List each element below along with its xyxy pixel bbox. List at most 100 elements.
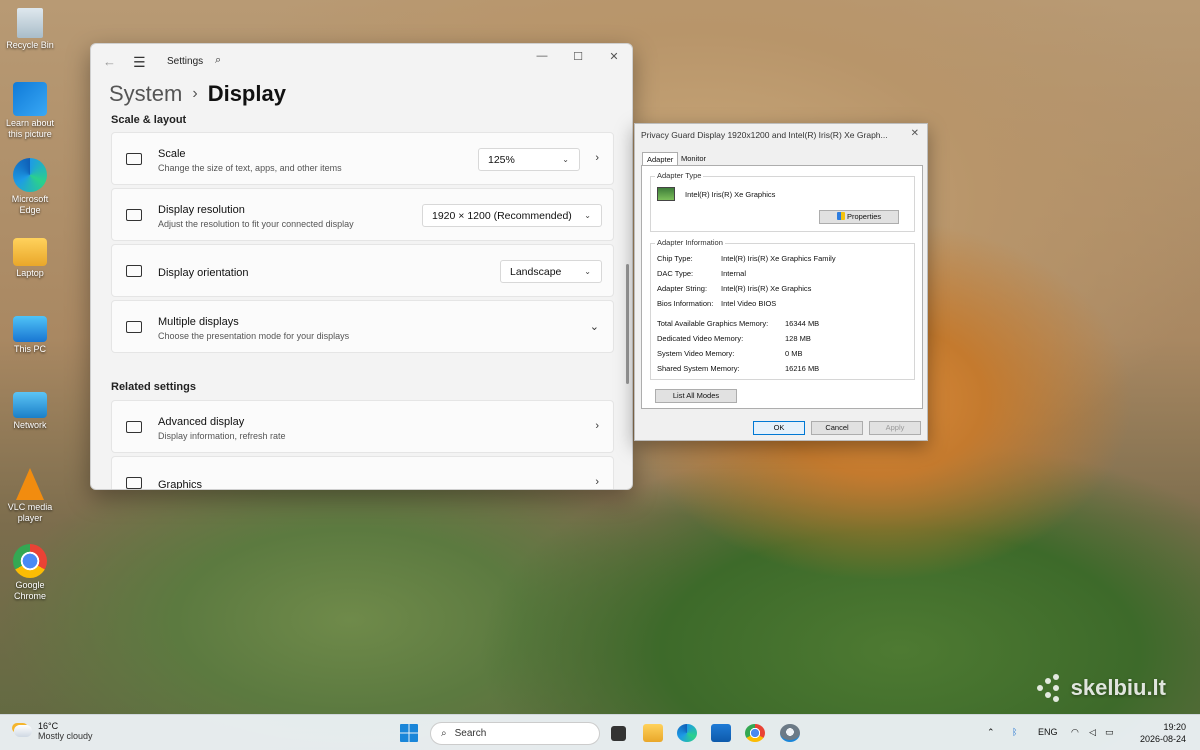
chevron-right-icon[interactable]: › [595, 420, 599, 432]
graphics-icon [126, 477, 142, 489]
desktop-icon-network[interactable]: Network [2, 392, 58, 431]
close-button[interactable]: ✕ [600, 50, 628, 63]
chevron-right-icon[interactable]: › [595, 152, 599, 164]
scale-title: Scale [158, 148, 186, 160]
resolution-title: Display resolution [158, 204, 245, 216]
adapter-type-label: Adapter Type [655, 171, 704, 180]
chevron-right-icon[interactable]: › [595, 476, 599, 488]
multiple-displays-card[interactable]: Multiple displays Choose the presentatio… [111, 300, 614, 353]
recycle-bin-icon [17, 8, 43, 38]
desktop-icon-chrome[interactable]: Google Chrome [2, 544, 58, 602]
battery-icon[interactable]: ▭ [1105, 727, 1114, 738]
store-icon[interactable] [711, 724, 731, 742]
shield-icon [836, 212, 845, 220]
orientation-dropdown[interactable]: Landscape ⌄ [500, 260, 602, 283]
learn-picture-icon [13, 82, 47, 116]
breadcrumb-system[interactable]: System [109, 81, 182, 107]
scale-icon [126, 153, 142, 165]
volume-icon[interactable]: ◁ [1089, 727, 1096, 738]
resolution-icon [126, 209, 142, 221]
settings-gear-icon[interactable] [780, 724, 800, 742]
cancel-button[interactable]: Cancel [811, 421, 863, 435]
file-explorer-icon[interactable] [643, 724, 663, 742]
apply-button[interactable]: Apply [869, 421, 921, 435]
desktop-icon-label: Network [13, 420, 47, 430]
chevron-up-icon[interactable]: ⌃ [987, 727, 995, 738]
monitor-icon [126, 421, 142, 433]
memory-row: Dedicated Video Memory: 128 MB [657, 334, 811, 343]
watermark-logo-icon [1036, 674, 1065, 702]
memory-value: 16344 MB [785, 319, 820, 328]
graphics-title: Graphics [158, 479, 203, 490]
folder-icon [13, 238, 47, 266]
scale-card[interactable]: Scale Change the size of text, apps, and… [111, 132, 614, 185]
weather-temp: 16°C [38, 721, 59, 731]
back-arrow-icon[interactable]: ← [103, 54, 116, 69]
weather-desc: Mostly cloudy [38, 731, 93, 741]
memory-value: 128 MB [785, 334, 811, 343]
info-value: Intel(R) Iris(R) Xe Graphics Family [721, 254, 836, 263]
bluetooth-icon[interactable]: ᛒ [1012, 727, 1017, 737]
desktop-icon-this-pc[interactable]: This PC [2, 316, 58, 355]
language-indicator[interactable]: ENG [1038, 727, 1058, 737]
clock[interactable]: 19:20 2026-08-24 [1140, 721, 1186, 745]
multiple-displays-title: Multiple displays [158, 316, 239, 328]
advanced-display-card[interactable]: Advanced display Display information, re… [111, 400, 614, 453]
desktop-icon-label: Google Chrome [13, 580, 46, 601]
section-scale-layout: Scale & layout [111, 114, 187, 126]
list-all-modes-button[interactable]: List All Modes [655, 389, 737, 403]
advanced-display-subtitle: Display information, refresh rate [158, 431, 286, 441]
settings-titlebar: ← ☰ Settings ⌕ — ☐ ✕ [91, 44, 632, 80]
scrollbar[interactable] [626, 264, 629, 384]
info-key: Bios Information: [657, 299, 714, 308]
memory-value: 16216 MB [785, 364, 820, 373]
wifi-icon[interactable]: ◠ [1071, 727, 1079, 738]
desktop-icon-recycle-bin[interactable]: Recycle Bin [2, 8, 58, 51]
minimize-button[interactable]: — [528, 50, 556, 62]
task-view-icon[interactable] [611, 726, 626, 741]
memory-row: Shared System Memory: 16216 MB [657, 364, 819, 373]
chrome-icon[interactable] [745, 724, 765, 742]
desktop-icon-label: Learn about this picture [5, 118, 55, 139]
tab-monitor[interactable]: Monitor [677, 152, 710, 166]
taskbar-search[interactable]: ⌕ Search [430, 722, 600, 745]
advanced-display-title: Advanced display [158, 416, 245, 428]
scale-dropdown[interactable]: 125% ⌄ [478, 148, 580, 171]
adapter-tab-panel: Adapter Type Intel(R) Iris(R) Xe Graphic… [641, 165, 923, 409]
desktop-icon-vlc[interactable]: VLC media player [2, 468, 58, 524]
edge-icon[interactable] [677, 724, 697, 742]
chevron-down-icon[interactable]: ⌄ [590, 320, 599, 333]
info-key: DAC Type: [657, 269, 694, 278]
info-value: Intel(R) Iris(R) Xe Graphics [721, 284, 812, 293]
adapter-properties-dialog: Privacy Guard Display 1920x1200 and Inte… [634, 123, 928, 441]
memory-key: Shared System Memory: [657, 364, 740, 373]
desktop-icon-edge[interactable]: Microsoft Edge [2, 158, 58, 216]
info-key: Adapter String: [657, 284, 708, 293]
search-icon: ⌕ [441, 728, 447, 739]
graphics-card[interactable]: Graphics › [111, 456, 614, 490]
network-icon [13, 392, 47, 418]
maximize-button[interactable]: ☐ [564, 50, 592, 63]
page-title: Display [207, 81, 286, 106]
search-icon[interactable]: ⌕ [215, 54, 221, 67]
info-key: Chip Type: [657, 254, 693, 263]
desktop-icon-laptop[interactable]: Laptop [2, 238, 58, 279]
properties-label: Properties [846, 212, 882, 221]
properties-button[interactable]: Properties [819, 210, 899, 224]
dialog-title: Privacy Guard Display 1920x1200 and Inte… [641, 130, 888, 140]
memory-value: 0 MB [785, 349, 803, 358]
scale-subtitle: Change the size of text, apps, and other… [158, 163, 342, 173]
hamburger-menu-icon[interactable]: ☰ [133, 54, 146, 71]
section-related-settings: Related settings [111, 381, 196, 393]
adapter-info-group: Adapter Information Chip Type: Intel(R) I… [650, 238, 915, 380]
resolution-dropdown[interactable]: 1920 × 1200 (Recommended) ⌄ [422, 204, 602, 227]
windows-start-icon[interactable] [400, 724, 418, 742]
close-icon[interactable]: ✕ [911, 128, 919, 139]
monitor-icon [13, 316, 47, 342]
weather-widget[interactable]: 16°C Mostly cloudy [14, 721, 93, 741]
tab-adapter[interactable]: Adapter [642, 152, 679, 166]
memory-key: Dedicated Video Memory: [657, 334, 744, 343]
resolution-value: 1920 × 1200 (Recommended) [432, 209, 572, 222]
ok-button[interactable]: OK [753, 421, 805, 435]
desktop-icon-learn-picture[interactable]: Learn about this picture [2, 82, 58, 140]
